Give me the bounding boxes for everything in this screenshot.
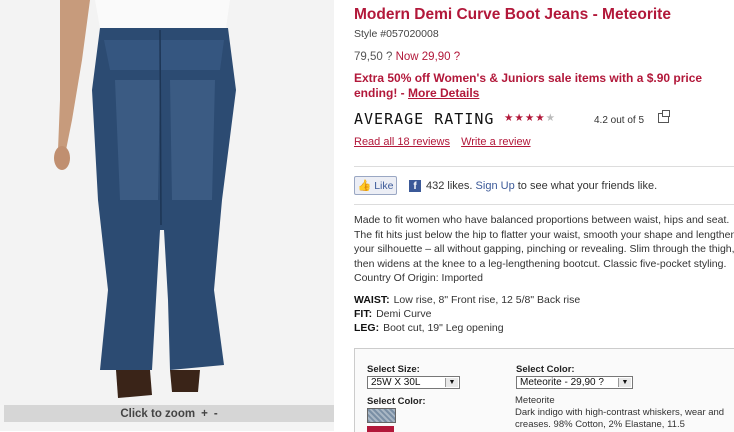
spec-fit: FIT: Demi Curve [354, 308, 432, 320]
spec-leg: LEG: Boot cut, 19" Leg opening [354, 322, 504, 334]
average-rating-heading: AVERAGE RATING [354, 110, 495, 128]
signup-link[interactable]: Sign Up [476, 180, 515, 192]
thumbs-up-icon: 👍 [357, 180, 372, 192]
product-title: Modern Demi Curve Boot Jeans - Meteorite [354, 6, 671, 23]
facebook-icon: f [409, 180, 421, 192]
size-select[interactable]: 25W X 30L ▼ [367, 376, 460, 389]
spec-waist-label: WAIST: [354, 294, 390, 306]
rating-stars: ★★★★★ [504, 112, 556, 124]
color-label: Select Color: [516, 364, 575, 375]
zoom-out-icon[interactable]: - [214, 408, 218, 420]
style-number: Style #057020008 [354, 28, 439, 40]
promo-message: Extra 50% off Women's & Juniors sale ite… [354, 71, 703, 100]
color-name: Meteorite [515, 395, 555, 406]
spec-waist: WAIST: Low rise, 8" Front rise, 12 5/8" B… [354, 294, 580, 306]
spec-leg-value: Boot cut, 19" Leg opening [383, 322, 504, 334]
more-details-link[interactable]: More Details [408, 86, 479, 100]
star-icon-empty: ★ [545, 112, 557, 124]
promo-text: Extra 50% off Women's & Juniors sale ite… [354, 71, 714, 101]
zoom-bar[interactable]: Click to zoom + - [4, 405, 334, 422]
zoom-in-icon[interactable]: + [201, 408, 208, 420]
spec-leg-label: LEG: [354, 322, 380, 334]
spec-fit-label: FIT: [354, 308, 373, 320]
size-value: 25W X 30L [371, 377, 421, 388]
facebook-like-button[interactable]: 👍 Like [354, 176, 397, 195]
swatch-label: Select Color: [367, 396, 426, 407]
read-reviews-link[interactable]: Read all 18 reviews [354, 136, 450, 148]
signup-text: to see what your friends like. [517, 180, 658, 192]
dropdown-arrow-icon[interactable]: ▼ [618, 378, 631, 387]
like-label: Like [374, 179, 394, 192]
product-image-panel[interactable]: Click to zoom + - [0, 0, 334, 431]
price-now: Now 29,90 ? [395, 51, 461, 63]
color-detail: Dark indigo with high-contrast whiskers,… [515, 407, 725, 430]
options-panel: Select Size: 25W X 30L ▼ Select Color: M… [354, 348, 734, 432]
spec-waist-value: Low rise, 8" Front rise, 12 5/8" Back ri… [393, 294, 581, 306]
color-swatch[interactable] [367, 426, 394, 432]
likes-text: 432 likes. Sign Up to see what your frie… [426, 180, 657, 192]
color-swatch-meteorite[interactable] [367, 408, 396, 423]
divider [354, 204, 734, 205]
write-review-link[interactable]: Write a review [461, 136, 530, 148]
price-was: 79,50 ? [354, 51, 393, 63]
dropdown-arrow-icon[interactable]: ▼ [445, 378, 458, 387]
product-details: Modern Demi Curve Boot Jeans - Meteorite… [354, 0, 734, 432]
price: 79,50 ? Now 29,90 ? [354, 51, 460, 63]
size-label: Select Size: [367, 364, 420, 375]
color-description: Meteorite Dark indigo with high-contrast… [515, 395, 725, 431]
rating-value: 4.2 out of 5 [594, 115, 645, 126]
zoom-label[interactable]: Click to zoom [120, 408, 195, 420]
product-photo[interactable] [0, 0, 334, 405]
product-description: Made to fit women who have balanced prop… [354, 214, 734, 284]
popup-icon[interactable] [658, 110, 670, 123]
color-value: Meteorite - 29,90 ? [520, 377, 604, 388]
star-icons-filled: ★★★★ [504, 112, 546, 124]
likes-count: 432 likes. [426, 180, 473, 192]
spec-fit-value: Demi Curve [376, 308, 432, 320]
review-links: Read all 18 reviews Write a review [354, 136, 539, 148]
color-select[interactable]: Meteorite - 29,90 ? ▼ [516, 376, 633, 389]
divider [354, 166, 734, 167]
